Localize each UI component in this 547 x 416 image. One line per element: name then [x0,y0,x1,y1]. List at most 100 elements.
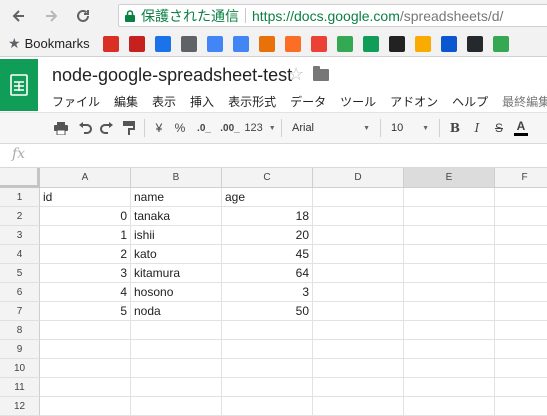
cell-B1[interactable]: name [131,188,222,207]
row-header[interactable]: 6 [0,283,40,302]
redo-button[interactable] [98,117,116,139]
cell-A6[interactable]: 4 [40,283,131,302]
row-header[interactable]: 11 [0,378,40,397]
cell-F2[interactable] [495,207,547,226]
cell-F1[interactable] [495,188,547,207]
cell-C11[interactable] [222,378,313,397]
cell-D8[interactable] [313,321,404,340]
menu-help[interactable]: ヘルプ [452,93,488,110]
undo-button[interactable] [76,117,94,139]
bookmark-favicon-icon[interactable] [154,35,171,52]
cell-A9[interactable] [40,340,131,359]
cell-A8[interactable] [40,321,131,340]
cell-E10[interactable] [404,359,495,378]
cell-B4[interactable]: kato [131,245,222,264]
italic-button[interactable]: I [468,117,486,139]
cell-C6[interactable]: 3 [222,283,313,302]
cell-E7[interactable] [404,302,495,321]
cell-D11[interactable] [313,378,404,397]
cell-D7[interactable] [313,302,404,321]
cell-A4[interactable]: 2 [40,245,131,264]
cell-C10[interactable] [222,359,313,378]
cell-B2[interactable]: tanaka [131,207,222,226]
spreadsheet-grid[interactable]: A B C D E F 1 id name age 2 0 tanaka 18 3 1 ishii 20 4 2 kat… [0,168,547,416]
cell-A1[interactable]: id [40,188,131,207]
cell-F8[interactable] [495,321,547,340]
column-header[interactable]: C [222,168,313,188]
menu-edit[interactable]: 編集 [114,93,138,110]
cell-B6[interactable]: hosono [131,283,222,302]
strikethrough-button[interactable]: S [490,117,508,139]
cell-C7[interactable]: 50 [222,302,313,321]
cell-E2[interactable] [404,207,495,226]
bookmark-favicon-icon[interactable] [336,35,353,52]
increase-decimal-button[interactable]: .00_ [217,117,243,139]
font-family-select[interactable]: Arial ▼ [288,117,374,139]
more-formats-button[interactable]: 123 ▼ [244,117,275,139]
bookmark-favicon-icon[interactable] [206,35,223,52]
cell-F10[interactable] [495,359,547,378]
cell-F9[interactable] [495,340,547,359]
last-edit-link[interactable]: 最終編集: 20 [502,93,547,110]
cell-F6[interactable] [495,283,547,302]
row-header[interactable]: 8 [0,321,40,340]
cell-F7[interactable] [495,302,547,321]
address-bar[interactable]: 保護された通信 https://docs.google.com /spreads… [118,4,547,27]
menu-tools[interactable]: ツール [340,93,376,110]
cell-A3[interactable]: 1 [40,226,131,245]
cell-C1[interactable]: age [222,188,313,207]
formula-input[interactable] [38,146,538,166]
cell-D6[interactable] [313,283,404,302]
cell-C4[interactable]: 45 [222,245,313,264]
bookmark-favicon-icon[interactable] [310,35,327,52]
cell-B11[interactable] [131,378,222,397]
bookmark-favicon-icon[interactable] [466,35,483,52]
cell-A12[interactable] [40,397,131,416]
bookmark-favicon-icon[interactable] [232,35,249,52]
cell-E6[interactable] [404,283,495,302]
column-header[interactable]: D [313,168,404,188]
cell-D12[interactable] [313,397,404,416]
row-header[interactable]: 7 [0,302,40,321]
cell-E1[interactable] [404,188,495,207]
text-color-button[interactable]: A [512,117,530,139]
reload-button[interactable] [70,3,96,29]
folder-icon[interactable] [313,66,329,81]
cell-C12[interactable] [222,397,313,416]
bookmark-favicon-icon[interactable] [284,35,301,52]
row-header[interactable]: 12 [0,397,40,416]
cell-D9[interactable] [313,340,404,359]
column-header[interactable]: F [495,168,547,188]
bookmark-favicon-icon[interactable] [128,35,145,52]
select-all-corner[interactable] [0,168,40,188]
cell-A11[interactable] [40,378,131,397]
bookmark-favicon-icon[interactable] [492,35,509,52]
font-size-select[interactable]: 10 ▼ [387,117,433,139]
row-header[interactable]: 10 [0,359,40,378]
cell-A10[interactable] [40,359,131,378]
column-header[interactable]: B [131,168,222,188]
cell-F12[interactable] [495,397,547,416]
cell-E9[interactable] [404,340,495,359]
bookmark-favicon-icon[interactable] [258,35,275,52]
row-header[interactable]: 5 [0,264,40,283]
cell-A2[interactable]: 0 [40,207,131,226]
cell-D4[interactable] [313,245,404,264]
document-title[interactable]: node-google-spreadsheet-test [52,65,292,86]
menu-insert[interactable]: 挿入 [190,93,214,110]
menu-format[interactable]: 表示形式 [228,93,276,110]
cell-B5[interactable]: kitamura [131,264,222,283]
cell-E8[interactable] [404,321,495,340]
cell-F4[interactable] [495,245,547,264]
menu-addons[interactable]: アドオン [390,93,438,110]
cell-D1[interactable] [313,188,404,207]
cell-D5[interactable] [313,264,404,283]
bookmark-favicon-icon[interactable] [414,35,431,52]
row-header[interactable]: 1 [0,188,40,207]
currency-format-button[interactable]: ¥ [151,117,167,139]
column-header[interactable]: A [40,168,131,188]
cell-E3[interactable] [404,226,495,245]
menu-data[interactable]: データ [290,93,326,110]
cell-C9[interactable] [222,340,313,359]
column-header[interactable]: E [404,168,495,188]
